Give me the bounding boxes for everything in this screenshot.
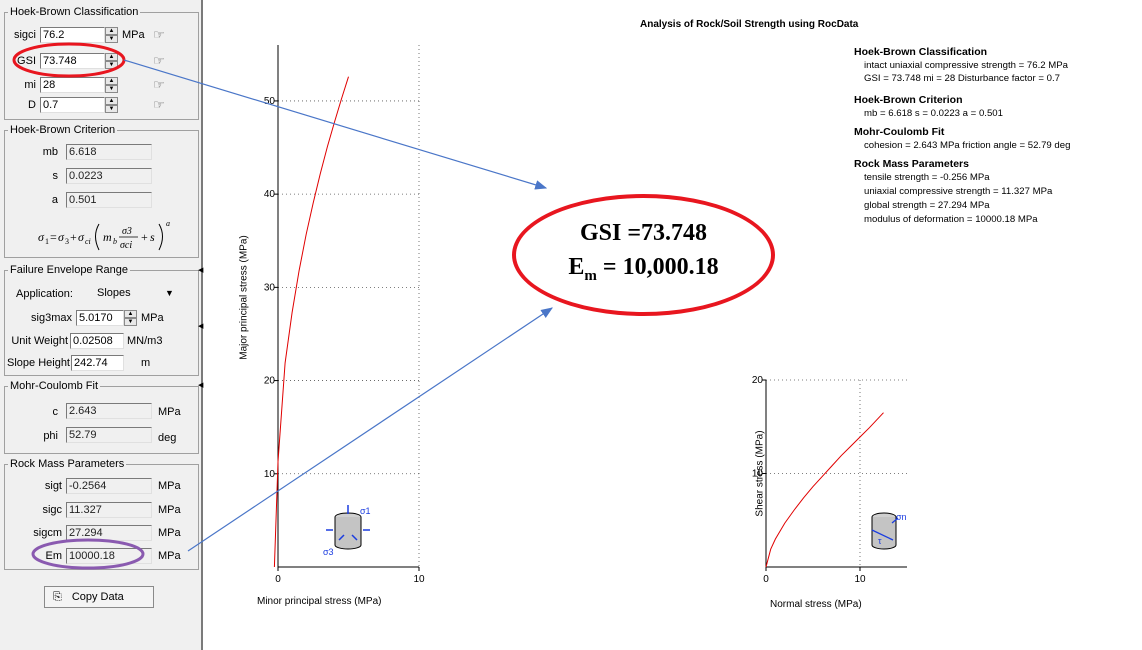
- callout-em: Em = 10,000.18: [516, 254, 771, 285]
- series-line: [273, 76, 349, 568]
- svg-text:σ1: σ1: [360, 506, 371, 516]
- callout-em-sub: m: [584, 267, 597, 284]
- y-tick-label: 20: [264, 376, 276, 387]
- x-tick-label: 0: [763, 574, 769, 585]
- callout-em-prefix: E: [568, 254, 585, 280]
- y-tick-label: 30: [264, 282, 276, 293]
- em-highlight-ellipse: [31, 538, 145, 570]
- y-tick-label: 20: [752, 375, 764, 386]
- y-tick-label: 10: [752, 469, 764, 480]
- principal-stress-chart: 0 101020304050: [264, 45, 425, 585]
- charts-canvas: 0 101020304050 0 101020 σ1 σ3 σn τ: [12, 42, 907, 585]
- y-tick-label: 40: [264, 189, 276, 200]
- y-tick-label: 10: [264, 469, 276, 480]
- svg-text:σ3: σ3: [323, 547, 334, 557]
- svg-text:σn: σn: [896, 512, 907, 522]
- x-tick-label: 10: [854, 574, 866, 585]
- x-tick-label: 0: [275, 574, 281, 585]
- mohr-envelope-chart: 0 10 10 20: [752, 375, 907, 585]
- summary-callout: GSI =73.748 Em = 10,000.18: [512, 194, 775, 316]
- gsi-highlight-ellipse: [12, 42, 126, 78]
- callout-em-value: = 10,000.18: [596, 254, 719, 280]
- svg-text:τ: τ: [878, 536, 882, 546]
- triaxial-sample-icon: σ1 σ3: [323, 505, 371, 557]
- callout-gsi: GSI =73.748: [579, 220, 708, 246]
- shear-sample-icon: σn τ: [871, 512, 907, 550]
- x-tick-label: 10: [413, 574, 425, 585]
- gsi-pointer-arrow: [123, 59, 548, 190]
- series-line: [765, 412, 884, 568]
